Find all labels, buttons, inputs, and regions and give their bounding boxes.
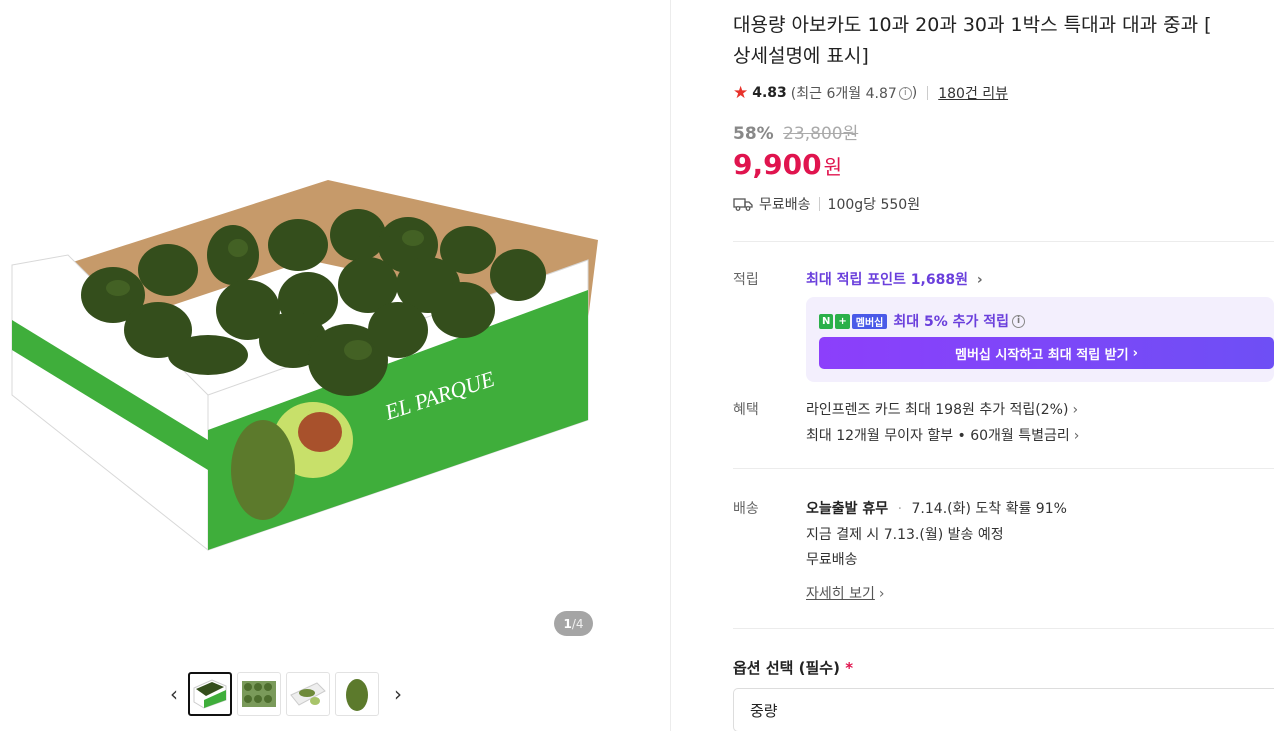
product-gallery: EL PARQUE 1 / 4 ‹ ›: [0, 0, 670, 731]
price-unit: 원: [823, 155, 842, 179]
chevron-right-icon: ›: [1132, 345, 1138, 361]
membership-extra-text: 최대 5% 추가 적립: [893, 314, 1010, 330]
product-title-line2: 상세설명에 표시]: [733, 45, 869, 67]
discount-row: 58% 23,800원: [733, 119, 858, 144]
product-title-line1: 대용량 아보카도 10과 20과 30과 1박스 특대과 대과 중과 [: [733, 14, 1212, 36]
chevron-right-icon: ›: [1073, 428, 1080, 444]
info-icon[interactable]: i: [1012, 314, 1026, 328]
chevron-right-icon: ›: [878, 586, 885, 602]
review-count-link[interactable]: 180건 리뷰: [938, 83, 1008, 103]
shipping-row: 무료배송 100g당 550원: [733, 194, 920, 214]
chevron-right-icon[interactable]: ›: [384, 672, 412, 716]
membership-badge: 멤버십: [851, 313, 888, 329]
thumbnail-2[interactable]: [237, 672, 281, 716]
option-select-weight[interactable]: 중량: [733, 688, 1274, 731]
chevron-right-icon: ›: [1072, 402, 1079, 418]
star-icon: ★: [733, 83, 749, 103]
delivery-arrival: 7.14.(화) 도착 확률 91%: [911, 501, 1067, 517]
divider: [818, 197, 820, 211]
price-row: 9,900 원: [733, 148, 842, 181]
discount-rate: 58%: [733, 124, 774, 144]
thumbnail-3[interactable]: [286, 672, 330, 716]
option-title: 옵션 선택 (필수) *: [733, 659, 854, 677]
delivery-today: 오늘출발 휴무: [806, 501, 889, 517]
max-points-link[interactable]: 최대 적립 포인트 1,688원 ›: [806, 269, 983, 289]
benefits-label: 혜택: [733, 402, 759, 418]
delivery-today-row: 오늘출발 휴무 · 7.14.(화) 도착 확률 91%: [806, 501, 1067, 517]
max-points-value: 1,688원: [910, 272, 968, 288]
section-divider: [733, 628, 1274, 629]
membership-start-button[interactable]: 멤버십 시작하고 최대 적립 받기 ›: [819, 337, 1274, 369]
chevron-right-icon: ›: [976, 272, 983, 288]
sale-price: 9,900: [733, 148, 822, 181]
unit-price: 100g당 550원: [827, 197, 921, 213]
shipping-free: 무료배송: [759, 197, 811, 213]
image-counter-current: 1: [563, 616, 572, 631]
thumbnail-strip: ‹ ›: [160, 671, 412, 717]
divider: [927, 86, 929, 100]
plus-icon: +: [835, 313, 850, 329]
chevron-left-icon[interactable]: ‹: [160, 672, 188, 716]
rating-recent: (최근 6개월 4.87: [790, 86, 897, 102]
thumbnail-1[interactable]: [188, 672, 232, 716]
main-product-image[interactable]: EL PARQUE: [8, 170, 598, 560]
delivery-detail-link[interactable]: 자세히 보기 ›: [806, 583, 884, 603]
image-counter-total: 4: [575, 616, 584, 631]
original-price: 23,800원: [783, 124, 859, 144]
benefit-installment-link[interactable]: 최대 12개월 무이자 할부 • 60개월 특별금리 ›: [806, 425, 1079, 445]
rating-row: ★ 4.83 (최근 6개월 4.87 i ) 180건 리뷰: [733, 83, 1008, 103]
membership-box: N + 멤버십 최대 5% 추가 적립 i 멤버십 시작하고 최대 적립 받기 …: [806, 297, 1274, 382]
points-label: 적립: [733, 272, 759, 288]
naver-badge: N: [819, 313, 834, 329]
column-divider: [670, 0, 671, 731]
thumbnail-4[interactable]: [335, 672, 379, 716]
truck-icon: [733, 198, 753, 211]
delivery-dispatch: 지금 결제 시 7.13.(월) 발송 예정: [806, 527, 1004, 543]
product-title: 대용량 아보카도 10과 20과 30과 1박스 특대과 대과 중과 [ 상세설…: [733, 10, 1274, 72]
delivery-label: 배송: [733, 501, 759, 517]
product-page: EL PARQUE 1 / 4 ‹ › 대용량 아보카도 10과 20과 30과…: [0, 0, 1274, 731]
info-icon[interactable]: i: [898, 86, 912, 100]
section-divider: [733, 468, 1274, 469]
max-points-text: 최대 적립 포인트: [806, 272, 906, 288]
rating-recent-close: ): [911, 85, 918, 101]
delivery-free: 무료배송: [806, 552, 858, 568]
benefit-card-link[interactable]: 라인프렌즈 카드 최대 198원 추가 적립(2%) ›: [806, 399, 1078, 419]
section-divider: [733, 241, 1274, 242]
membership-extra-row: N + 멤버십 최대 5% 추가 적립 i: [819, 311, 1026, 331]
image-counter: 1 / 4: [554, 611, 593, 636]
required-mark: *: [845, 659, 854, 677]
rating-value: 4.83: [752, 85, 787, 101]
